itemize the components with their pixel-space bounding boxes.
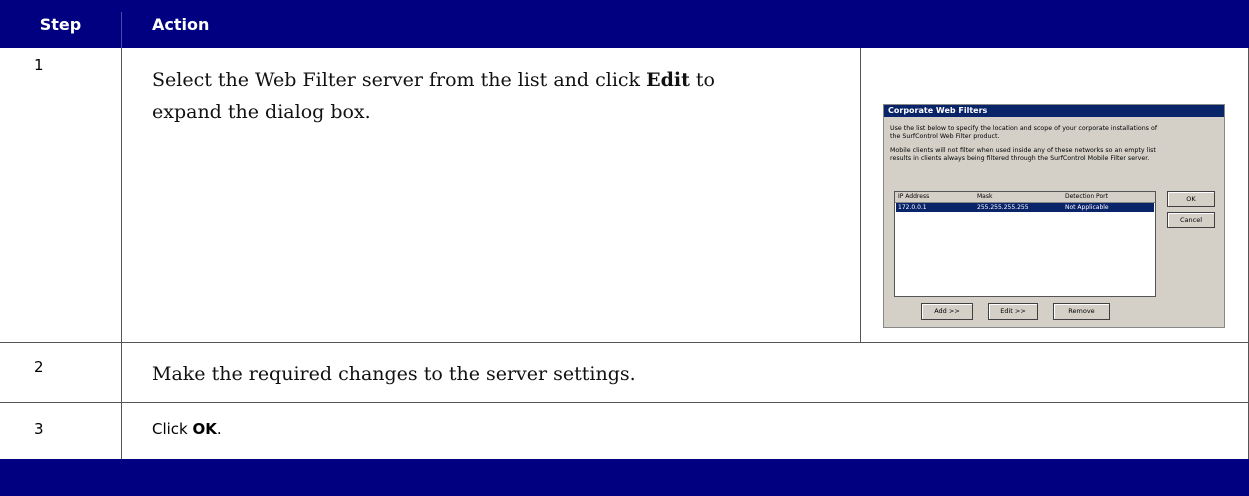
step-3-text: Click OK. [152, 420, 222, 438]
table-header: Step Action [0, 0, 1249, 48]
step-1-text: Select the Web Filter server from the li… [152, 64, 852, 128]
procedure-table: Step Action 1 Select the Web Filter serv… [0, 0, 1249, 496]
step-column-header: Step [39, 14, 82, 34]
list-row-selected[interactable]: 172.0.0.1 255.255.255.255 Not Applicable [896, 203, 1154, 212]
row-port: Not Applicable [1065, 204, 1109, 211]
action-column-header: Action [152, 14, 210, 34]
list-column-port[interactable]: Detection Port [1065, 192, 1108, 202]
list-column-mask[interactable]: Mask [977, 192, 992, 202]
step-number: 3 [34, 420, 44, 438]
ok-keyword: OK [192, 420, 217, 438]
dialog-text: results in clients always being filtered… [890, 155, 1150, 162]
table-footer-bar [0, 459, 1249, 496]
edit-keyword: Edit [646, 69, 690, 91]
row-mask: 255.255.255.255 [977, 204, 1029, 211]
row-divider [0, 402, 1249, 403]
step-2-text: Make the required changes to the server … [152, 363, 636, 385]
step-3-text-part: . [216, 420, 222, 438]
list-column-ip[interactable]: IP Address [898, 192, 929, 202]
step-number: 1 [34, 56, 44, 74]
add-button[interactable]: Add >> [921, 303, 973, 320]
step-number: 2 [34, 358, 44, 376]
dialog-text: Use the list below to specify the locati… [890, 125, 1158, 132]
image-cell-divider [860, 48, 861, 342]
step-1-text-part: to [689, 69, 715, 91]
dialog-text: the SurfControl Web Filter product. [890, 133, 1000, 140]
cancel-button[interactable]: Cancel [1167, 212, 1215, 228]
step-1-text-part: expand the dialog box. [152, 101, 371, 123]
column-divider [121, 48, 122, 459]
header-divider [121, 12, 122, 48]
row-ip: 172.0.0.1 [898, 204, 927, 211]
corporate-web-filters-dialog: Corporate Web Filters Use the list below… [883, 104, 1225, 328]
dialog-title: Corporate Web Filters [884, 105, 1224, 117]
list-header: IP Address Mask Detection Port [895, 192, 1155, 203]
step-1-text-part: Select the Web Filter server from the li… [152, 69, 647, 91]
web-filter-list[interactable]: IP Address Mask Detection Port 172.0.0.1… [894, 191, 1156, 297]
remove-button[interactable]: Remove [1053, 303, 1110, 320]
step-3-text-part: Click [152, 420, 193, 438]
edit-button[interactable]: Edit >> [988, 303, 1038, 320]
row-divider [0, 342, 1249, 343]
ok-button[interactable]: OK [1167, 191, 1215, 207]
dialog-text: Mobile clients will not filter when used… [890, 147, 1156, 154]
